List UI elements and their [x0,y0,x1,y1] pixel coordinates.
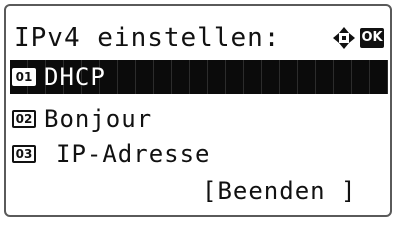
panel-screen: IPv4 einstellen: OK 01 DHCP 02 Bonjour 0… [4,4,392,217]
item-number-badge: 02 [12,110,36,128]
menu-item-bonjour[interactable]: 02 Bonjour [10,102,388,136]
title-bar: IPv4 einstellen: OK [14,20,386,56]
four-way-arrow-icon [332,26,356,50]
menu-item-label: Bonjour [44,105,153,133]
item-number-badge: 01 [12,68,36,86]
menu-item-label: IP-Adresse [56,140,211,168]
menu-item-ip-address[interactable]: 03 IP-Adresse [10,137,388,171]
screen-title: IPv4 einstellen: [14,23,281,53]
exit-option[interactable]: [Beenden ] [202,174,357,208]
item-number-badge: 03 [12,145,36,163]
ok-icon: OK [360,28,384,48]
menu-item-label: DHCP [44,63,106,91]
menu-item-dhcp[interactable]: 01 DHCP [10,60,388,94]
